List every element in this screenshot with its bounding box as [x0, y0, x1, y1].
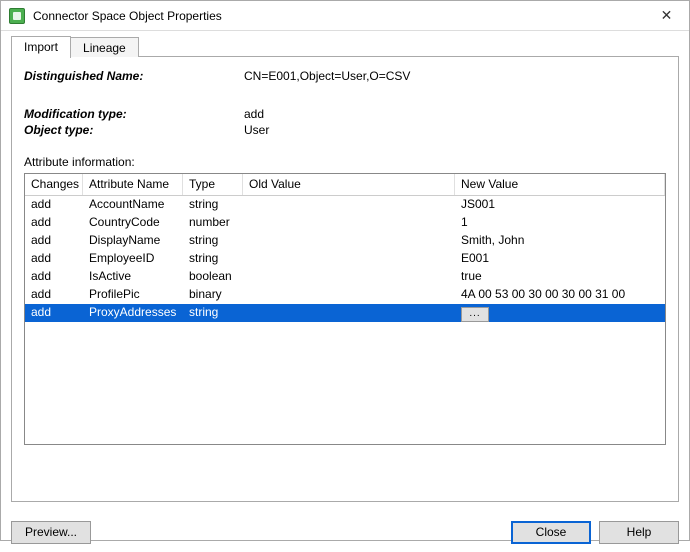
cell-new-value: 1 [455, 214, 665, 232]
cell-new-value: JS001 [455, 196, 665, 214]
table-row[interactable]: addIsActiveboolean true [25, 268, 665, 286]
value-distinguished-name: CN=E001,Object=User,O=CSV [244, 69, 666, 83]
content-area: Import Lineage Distinguished Name: CN=E0… [1, 31, 689, 512]
cell-old-value [243, 232, 455, 250]
close-icon[interactable]: ✕ [644, 2, 689, 30]
cell-attribute: DisplayName [83, 232, 183, 250]
label-modification-type: Modification type: [24, 107, 244, 121]
grid-body: addAccountNamestringJS001addCountryCoden… [25, 196, 665, 445]
table-row[interactable]: addEmployeeIDstring E001 [25, 250, 665, 268]
label-attribute-information: Attribute information: [24, 155, 666, 169]
cell-changes: add [25, 196, 83, 214]
table-row[interactable]: addProxyAddressesstring... [25, 304, 665, 322]
cell-type: boolean [183, 268, 243, 286]
value-object-type: User [244, 123, 666, 137]
cell-new-value: 4A 00 53 00 30 00 30 00 31 00 [455, 286, 665, 304]
header-old-value[interactable]: Old Value [243, 174, 455, 195]
details-button[interactable]: ... [461, 307, 489, 322]
cell-type: number [183, 214, 243, 232]
cell-old-value [243, 250, 455, 268]
table-row[interactable]: addCountryCodenumber 1 [25, 214, 665, 232]
preview-button[interactable]: Preview... [11, 521, 91, 544]
tab-lineage[interactable]: Lineage [70, 37, 139, 57]
cell-new-value: Smith, John [455, 232, 665, 250]
value-modification-type: add [244, 107, 666, 121]
table-row[interactable]: addProfilePicbinary 4A 00 53 00 30 00 30 … [25, 286, 665, 304]
cell-old-value [243, 304, 455, 322]
cell-old-value [243, 268, 455, 286]
tab-strip: Import Lineage [11, 35, 679, 57]
close-button[interactable]: Close [511, 521, 591, 544]
cell-type: binary [183, 286, 243, 304]
header-type[interactable]: Type [183, 174, 243, 195]
cell-old-value [243, 196, 455, 214]
cell-attribute: IsActive [83, 268, 183, 286]
cell-attribute: ProfilePic [83, 286, 183, 304]
app-icon [9, 8, 25, 24]
header-changes[interactable]: Changes [25, 174, 83, 195]
cell-new-value: ... [455, 304, 665, 322]
header-new-value[interactable]: New Value [455, 174, 665, 195]
cell-old-value [243, 286, 455, 304]
table-row[interactable]: addAccountNamestring JS001 [25, 196, 665, 214]
row-distinguished-name: Distinguished Name: CN=E001,Object=User,… [24, 69, 666, 83]
cell-type: string [183, 196, 243, 214]
cell-new-value: true [455, 268, 665, 286]
dialog-footer: Preview... Close Help [1, 512, 689, 552]
label-distinguished-name: Distinguished Name: [24, 69, 244, 83]
tab-import[interactable]: Import [11, 36, 71, 58]
row-object-type: Object type: User [24, 123, 666, 137]
cell-changes: add [25, 250, 83, 268]
cell-type: string [183, 250, 243, 268]
cell-type: string [183, 232, 243, 250]
header-attribute[interactable]: Attribute Name [83, 174, 183, 195]
cell-attribute: AccountName [83, 196, 183, 214]
table-row[interactable]: addDisplayNamestring Smith, John [25, 232, 665, 250]
cell-changes: add [25, 268, 83, 286]
cell-changes: add [25, 304, 83, 322]
window-title: Connector Space Object Properties [33, 9, 644, 23]
attribute-grid: Changes Attribute Name Type Old Value Ne… [24, 173, 666, 445]
cell-new-value: E001 [455, 250, 665, 268]
row-modification-type: Modification type: add [24, 107, 666, 121]
cell-attribute: EmployeeID [83, 250, 183, 268]
cell-changes: add [25, 232, 83, 250]
cell-old-value [243, 214, 455, 232]
titlebar: Connector Space Object Properties ✕ [1, 1, 689, 31]
label-object-type: Object type: [24, 123, 244, 137]
tab-panel-import: Distinguished Name: CN=E001,Object=User,… [11, 57, 679, 502]
cell-attribute: CountryCode [83, 214, 183, 232]
cell-changes: add [25, 286, 83, 304]
help-button[interactable]: Help [599, 521, 679, 544]
cell-type: string [183, 304, 243, 322]
cell-changes: add [25, 214, 83, 232]
grid-header: Changes Attribute Name Type Old Value Ne… [25, 174, 665, 196]
cell-attribute: ProxyAddresses [83, 304, 183, 322]
